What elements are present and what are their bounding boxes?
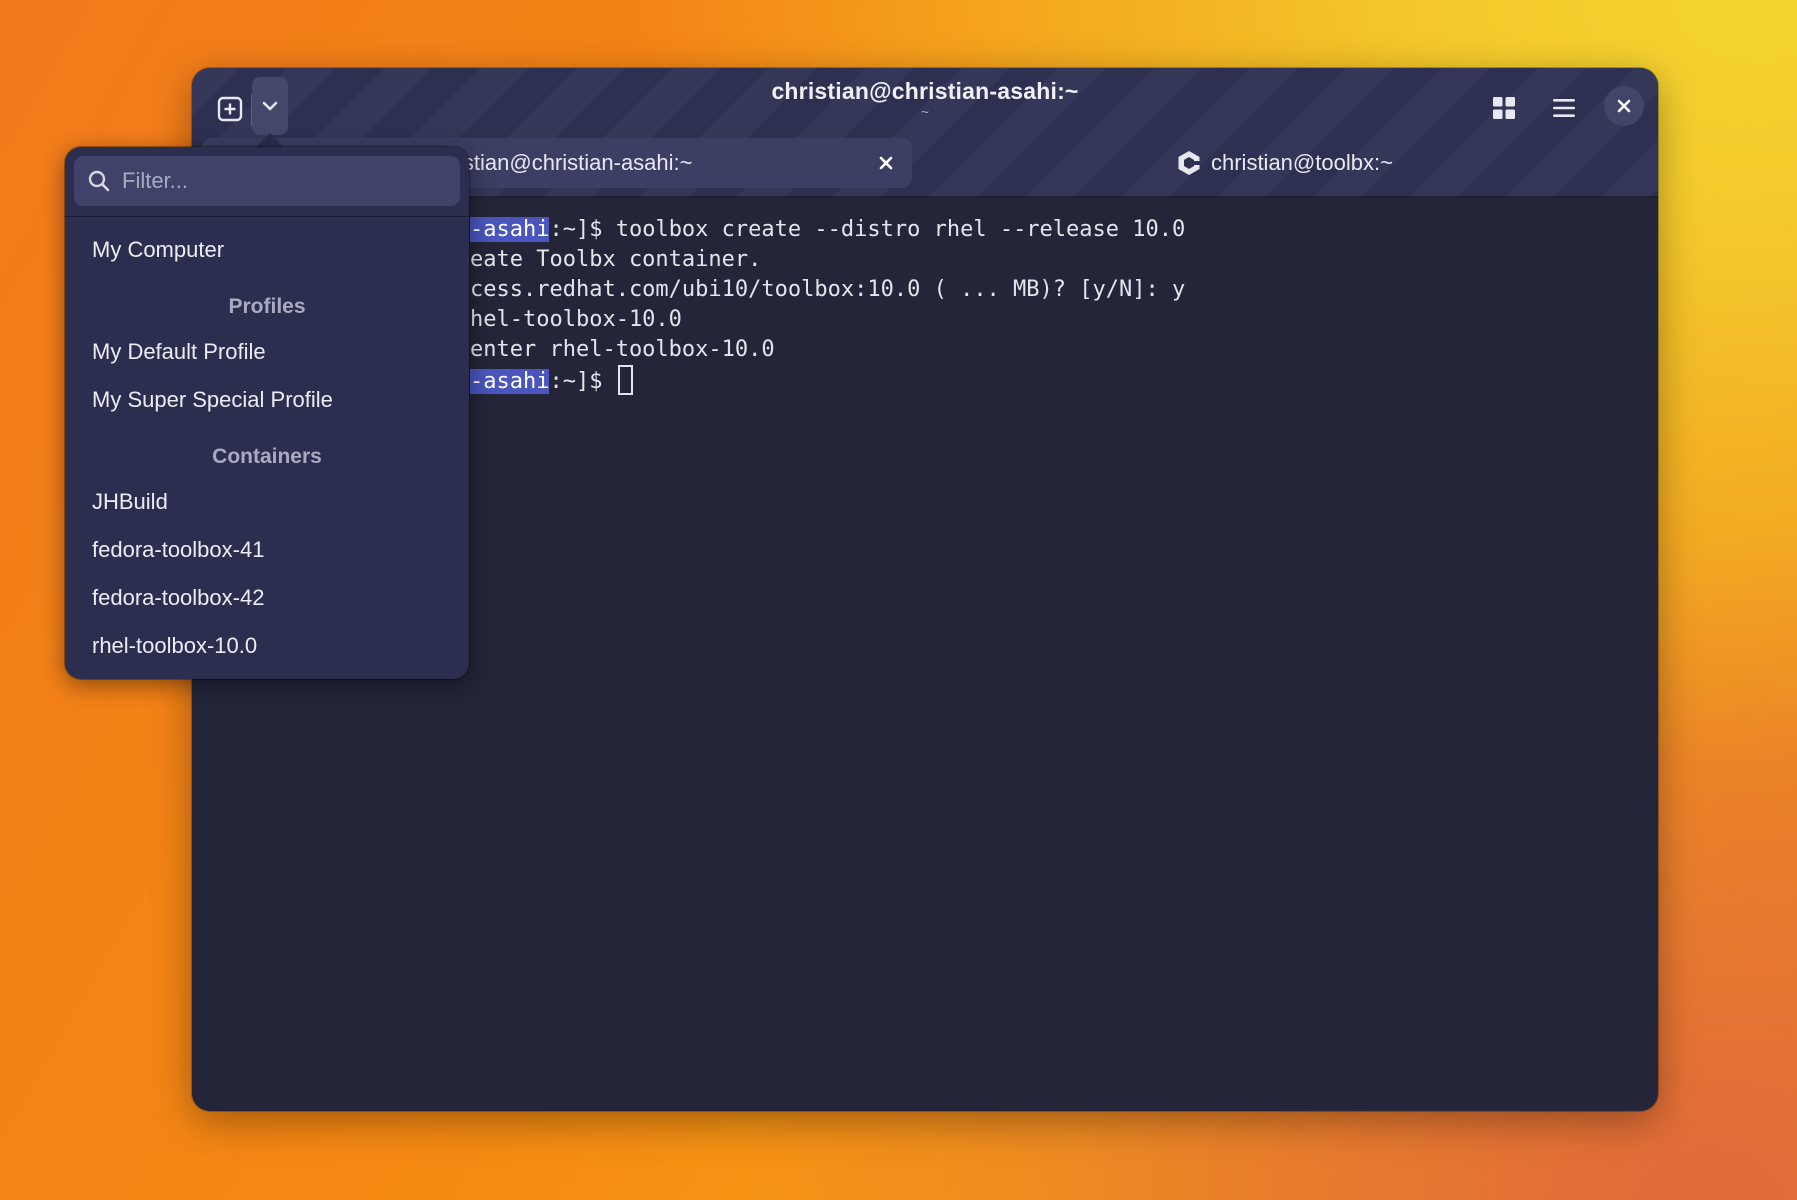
new-tab-popover: My Computer Profiles My Default Profile … bbox=[65, 147, 469, 679]
hamburger-menu-icon bbox=[1553, 99, 1575, 117]
menu-item-container[interactable]: fedora-toolbox-41 bbox=[92, 530, 264, 570]
tab-label: christian@toolbx:~ bbox=[1211, 150, 1393, 175]
terminal-line: hel-toolbox-10.0 bbox=[470, 307, 682, 332]
terminal-cursor bbox=[617, 365, 633, 395]
selection-highlight: -asahi bbox=[470, 369, 550, 394]
tab-close-button[interactable] bbox=[874, 151, 898, 175]
containers-heading: Containers bbox=[212, 445, 322, 468]
popover-separator bbox=[65, 216, 469, 217]
menu-item-container[interactable]: JHBuild bbox=[92, 482, 168, 522]
toolbox-icon bbox=[1177, 150, 1201, 176]
menu-item-container[interactable]: fedora-toolbox-42 bbox=[92, 578, 264, 618]
menu-item-profile[interactable]: My Super Special Profile bbox=[92, 380, 333, 420]
grid-icon bbox=[1493, 97, 1515, 119]
popover-arrow bbox=[255, 133, 285, 148]
terminal-prompt-line: -asahi:~]$ bbox=[470, 365, 633, 397]
filter-search-box[interactable] bbox=[74, 156, 460, 206]
close-icon bbox=[879, 156, 893, 170]
tab-overview-button[interactable] bbox=[1482, 86, 1526, 130]
close-icon bbox=[1617, 99, 1631, 113]
main-menu-button[interactable] bbox=[1542, 86, 1586, 130]
menu-item-container[interactable]: rhel-toolbox-10.0 bbox=[92, 626, 257, 666]
window-title: christian@christian-asahi:~ bbox=[771, 78, 1079, 104]
tab-label: istian@christian-asahi:~ bbox=[458, 150, 693, 175]
menu-item-my-computer[interactable]: My Computer bbox=[92, 230, 224, 270]
window-title-block: christian@christian-asahi:~ ~ bbox=[192, 78, 1658, 120]
filter-input[interactable] bbox=[120, 167, 448, 195]
window-close-button[interactable] bbox=[1604, 86, 1644, 126]
terminal-line: cess.redhat.com/ubi10/toolbox:10.0 ( ...… bbox=[470, 277, 1186, 302]
terminal-line: enter rhel-toolbox-10.0 bbox=[470, 337, 775, 362]
selection-highlight: -asahi bbox=[470, 217, 550, 242]
terminal-line: -asahi:~]$ toolbox create --distro rhel … bbox=[470, 217, 1186, 242]
menu-item-profile[interactable]: My Default Profile bbox=[92, 332, 266, 372]
search-icon bbox=[88, 170, 110, 192]
window-subtitle: ~ bbox=[920, 104, 930, 120]
terminal-line: eate Toolbx container. bbox=[470, 247, 762, 272]
profiles-heading: Profiles bbox=[228, 295, 306, 318]
tab-christian-toolbx[interactable]: christian@toolbx:~ bbox=[1177, 138, 1393, 188]
